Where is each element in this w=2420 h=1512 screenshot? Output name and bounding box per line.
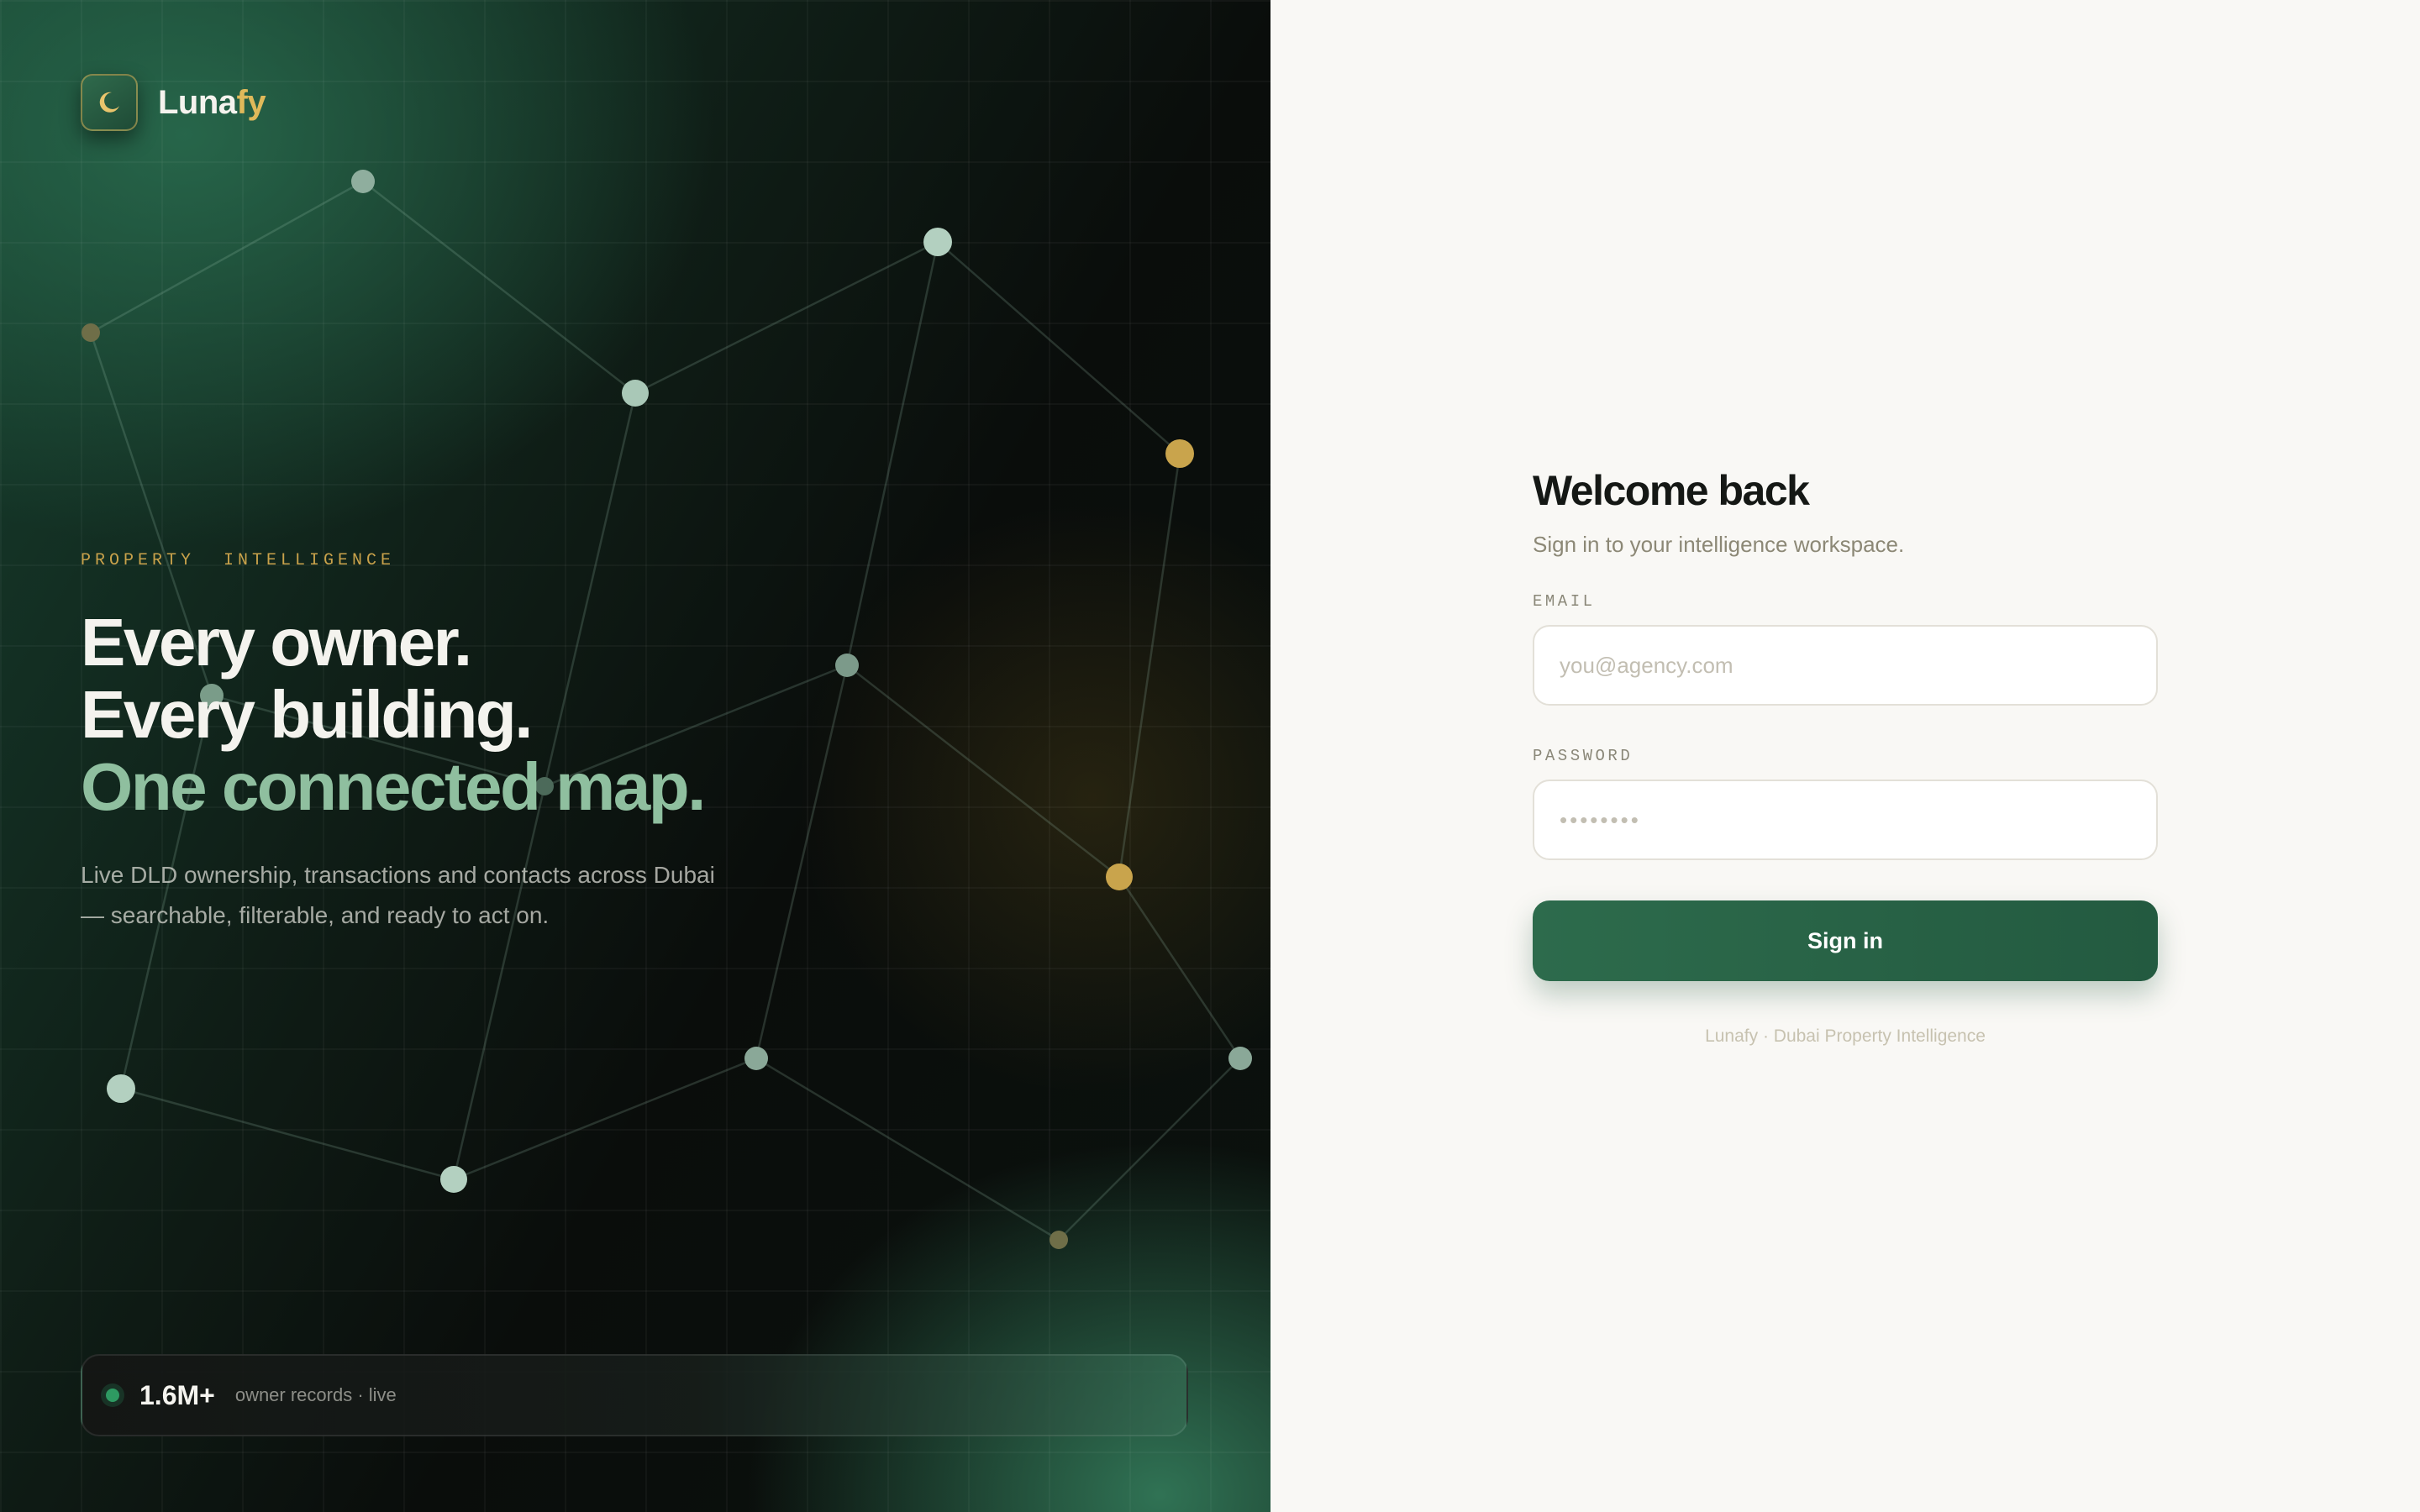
login-page: Lunafy PROPERTY INTELLIGENCE Every owner… — [0, 0, 2420, 1512]
network-node — [622, 380, 649, 407]
password-label: PASSWORD — [1533, 747, 1634, 765]
sign-in-button[interactable]: Sign in — [1533, 900, 2158, 981]
brand-name: Lunafy — [158, 84, 266, 122]
login-subtitle: Sign in to your intelligence workspace. — [1533, 532, 1905, 557]
email-field[interactable] — [1533, 625, 2158, 706]
network-node — [107, 1074, 135, 1103]
network-node — [1050, 1231, 1068, 1249]
network-node — [351, 170, 375, 193]
network-node — [82, 323, 100, 342]
network-node — [440, 1166, 467, 1193]
crescent-moon-icon — [99, 92, 119, 113]
login-panel: Welcome back Sign in to your intelligenc… — [1270, 0, 2420, 1512]
network-node — [1165, 439, 1194, 468]
network-node — [744, 1047, 768, 1070]
network-node — [1106, 864, 1133, 890]
stats-bar: 1.6M+ owner records · live — [81, 1354, 1188, 1436]
brand-logo — [81, 74, 138, 131]
stat-caption: owner records · live — [234, 1384, 397, 1405]
login-footer: Lunafy · Dubai Property Intelligence — [1705, 1026, 1986, 1046]
brand-name-primary: Luna — [158, 83, 237, 121]
network-node — [835, 654, 859, 677]
brand[interactable]: Lunafy — [81, 74, 266, 131]
stat-value: 1.6M+ — [139, 1379, 215, 1410]
hero-description: Live DLD ownership, transactions and con… — [81, 862, 715, 928]
login-form: Welcome back Sign in to your intelligenc… — [1533, 462, 2158, 1047]
hero-headline: Every owner. Every building. One connect… — [81, 605, 706, 824]
network-node — [1228, 1047, 1252, 1070]
email-label: EMAIL — [1533, 592, 1596, 611]
hero-eyebrow: PROPERTY INTELLIGENCE — [81, 551, 396, 570]
headline-line-2: Every building. — [81, 677, 533, 752]
brand-name-accent: fy — [236, 83, 266, 121]
network-node — [923, 228, 952, 256]
live-status-icon — [106, 1389, 119, 1402]
login-title: Welcome back — [1533, 467, 1810, 514]
headline-line-1: Every owner. — [81, 605, 472, 680]
headline-line-3: One connected map. — [81, 749, 706, 824]
password-field[interactable] — [1533, 780, 2158, 860]
hero-panel: Lunafy PROPERTY INTELLIGENCE Every owner… — [0, 0, 1270, 1512]
